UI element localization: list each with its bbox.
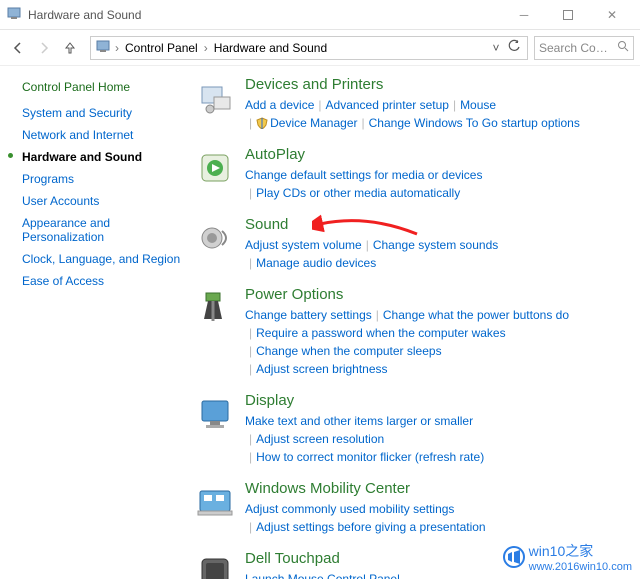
category: Devices and PrintersAdd a device|Advance… bbox=[195, 76, 630, 132]
task-link[interactable]: Make text and other items larger or smal… bbox=[245, 414, 473, 428]
category-links: Adjust commonly used mobility settings |A… bbox=[245, 500, 630, 536]
annotation-arrow bbox=[312, 212, 422, 242]
task-link[interactable]: How to correct monitor flicker (refresh … bbox=[256, 450, 484, 464]
task-link[interactable]: Change when the computer sleeps bbox=[256, 344, 441, 358]
separator: | bbox=[245, 520, 256, 534]
watermark: win10之家 www.2016win10.com bbox=[503, 541, 632, 573]
category-icon bbox=[195, 552, 235, 579]
close-button[interactable]: ✕ bbox=[590, 0, 634, 30]
task-link[interactable]: Play CDs or other media automatically bbox=[256, 186, 460, 200]
back-button[interactable] bbox=[6, 36, 30, 60]
up-button[interactable] bbox=[58, 36, 82, 60]
separator: | bbox=[245, 362, 256, 376]
task-link[interactable]: Device Manager bbox=[256, 116, 357, 130]
sidebar-item[interactable]: Network and Internet bbox=[22, 128, 187, 142]
task-link[interactable]: Manage audio devices bbox=[256, 256, 376, 270]
watermark-name: win10之家 bbox=[529, 541, 632, 561]
separator: | bbox=[245, 116, 256, 130]
breadcrumb-current[interactable]: Hardware and Sound bbox=[212, 41, 329, 55]
window-title: Hardware and Sound bbox=[28, 8, 502, 22]
breadcrumb-root[interactable]: Control Panel bbox=[123, 41, 200, 55]
category-links: Add a device|Advanced printer setup|Mous… bbox=[245, 96, 630, 132]
task-link[interactable]: Adjust screen resolution bbox=[256, 432, 384, 446]
search-placeholder: Search Co… bbox=[539, 41, 617, 55]
category-heading[interactable]: AutoPlay bbox=[245, 146, 630, 163]
category-links: Make text and other items larger or smal… bbox=[245, 412, 630, 466]
search-input[interactable]: Search Co… bbox=[534, 36, 634, 60]
task-link[interactable]: Adjust screen brightness bbox=[256, 362, 387, 376]
task-link[interactable]: Mouse bbox=[460, 98, 496, 112]
refresh-icon[interactable] bbox=[505, 39, 523, 56]
chevron-right-icon[interactable]: › bbox=[200, 41, 212, 55]
category-icon bbox=[195, 288, 235, 328]
category: Display Make text and other items larger … bbox=[195, 392, 630, 466]
toolbar: › Control Panel › Hardware and Sound ˅ S… bbox=[0, 30, 640, 66]
sidebar-item[interactable]: Appearance and Personalization bbox=[22, 216, 187, 244]
category-icon bbox=[195, 78, 235, 118]
separator: | bbox=[245, 326, 256, 340]
separator: | bbox=[372, 308, 383, 322]
titlebar: Hardware and Sound ─ ✕ bbox=[0, 0, 640, 30]
category-heading[interactable]: Sound bbox=[245, 216, 630, 233]
category-heading[interactable]: Display bbox=[245, 392, 630, 409]
category-links: Change default settings for media or dev… bbox=[245, 166, 630, 202]
task-link[interactable]: Launch Mouse Control Panel bbox=[245, 572, 400, 579]
task-link[interactable]: Change default settings for media or dev… bbox=[245, 168, 482, 182]
category-icon bbox=[195, 218, 235, 258]
category: AutoPlay Change default settings for medi… bbox=[195, 146, 630, 202]
task-link[interactable]: Change battery settings bbox=[245, 308, 372, 322]
category-icon bbox=[195, 148, 235, 188]
control-panel-icon bbox=[6, 5, 22, 24]
category-heading[interactable]: Devices and Printers bbox=[245, 76, 630, 93]
separator: | bbox=[449, 98, 460, 112]
body: Control Panel Home System and Security Ne… bbox=[0, 66, 640, 579]
task-link[interactable]: Change Windows To Go startup options bbox=[369, 116, 580, 130]
sidebar-home[interactable]: Control Panel Home bbox=[22, 80, 187, 94]
separator: | bbox=[314, 98, 325, 112]
forward-button[interactable] bbox=[32, 36, 56, 60]
main-panel: Devices and PrintersAdd a device|Advance… bbox=[195, 66, 640, 579]
chevron-right-icon[interactable]: › bbox=[111, 41, 123, 55]
task-link[interactable]: Adjust settings before giving a presenta… bbox=[256, 520, 485, 534]
category-heading[interactable]: Windows Mobility Center bbox=[245, 480, 630, 497]
search-icon bbox=[617, 40, 629, 55]
category-links: Adjust system volume|Change system sound… bbox=[245, 236, 630, 272]
category-heading[interactable]: Power Options bbox=[245, 286, 630, 303]
shield-icon bbox=[256, 116, 268, 128]
separator: | bbox=[245, 450, 256, 464]
separator: | bbox=[245, 256, 256, 270]
minimize-button[interactable]: ─ bbox=[502, 0, 546, 30]
separator: | bbox=[358, 116, 369, 130]
task-link[interactable]: Add a device bbox=[245, 98, 314, 112]
category-icon bbox=[195, 482, 235, 522]
separator: | bbox=[245, 344, 256, 358]
sidebar-item[interactable]: User Accounts bbox=[22, 194, 187, 208]
category-icon bbox=[195, 394, 235, 434]
task-link[interactable]: Adjust commonly used mobility settings bbox=[245, 502, 454, 516]
sidebar-item[interactable]: Programs bbox=[22, 172, 187, 186]
task-link[interactable]: Advanced printer setup bbox=[326, 98, 449, 112]
category-links: Change battery settings|Change what the … bbox=[245, 306, 630, 378]
category: Power OptionsChange battery settings|Cha… bbox=[195, 286, 630, 378]
category: Windows Mobility Center Adjust commonly u… bbox=[195, 480, 630, 536]
sidebar: Control Panel Home System and Security Ne… bbox=[0, 66, 195, 579]
address-bar[interactable]: › Control Panel › Hardware and Sound ˅ bbox=[90, 36, 528, 60]
separator: | bbox=[245, 432, 256, 446]
maximize-button[interactable] bbox=[546, 0, 590, 30]
sidebar-item[interactable]: Hardware and Sound bbox=[22, 150, 187, 164]
sidebar-item[interactable]: Clock, Language, and Region bbox=[22, 252, 187, 266]
sidebar-item[interactable]: System and Security bbox=[22, 106, 187, 120]
watermark-url: www.2016win10.com bbox=[529, 561, 632, 573]
task-link[interactable]: Change what the power buttons do bbox=[383, 308, 569, 322]
sidebar-item[interactable]: Ease of Access bbox=[22, 274, 187, 288]
separator: | bbox=[245, 186, 256, 200]
task-link[interactable]: Require a password when the computer wak… bbox=[256, 326, 505, 340]
control-panel-icon bbox=[95, 38, 111, 57]
address-dropdown-icon[interactable]: ˅ bbox=[487, 41, 505, 55]
